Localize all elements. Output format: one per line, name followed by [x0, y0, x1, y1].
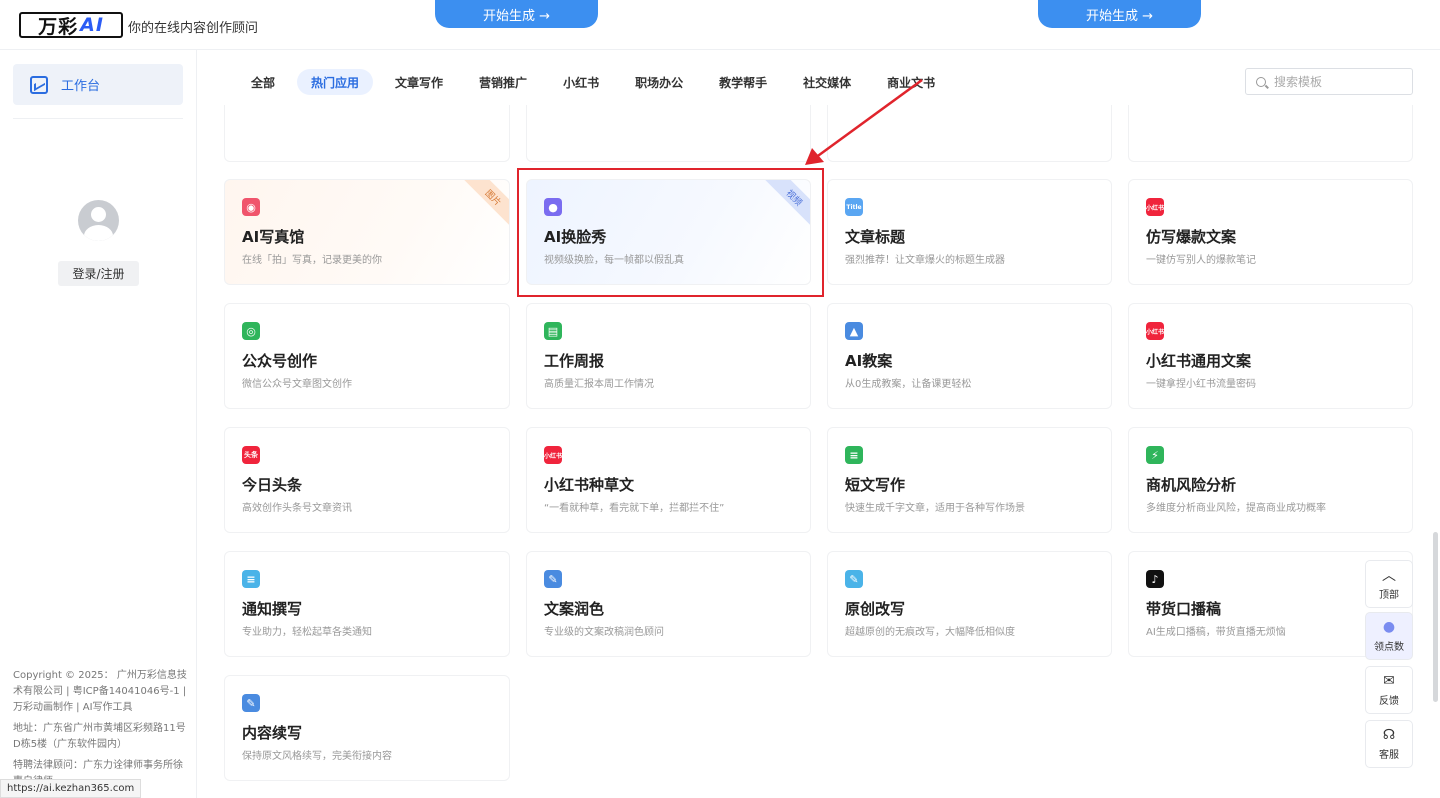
- float-button-label: 客服: [1379, 750, 1399, 761]
- mail-icon: ✉: [1383, 673, 1395, 689]
- float-button-label: 领点数: [1374, 642, 1404, 653]
- annotation-arrow: [805, 78, 923, 165]
- float-button-arrow-up[interactable]: ︿ 顶部: [1365, 560, 1413, 608]
- arrow-up-icon: ︿: [1382, 568, 1396, 584]
- float-button-mail[interactable]: ✉ 反馈: [1365, 666, 1413, 714]
- reward-icon: ●: [1382, 619, 1396, 635]
- float-button-label: 顶部: [1379, 590, 1399, 601]
- float-button-reward[interactable]: ● 领点数: [1365, 612, 1413, 660]
- scrollbar[interactable]: [1433, 532, 1438, 702]
- float-button-label: 反馈: [1379, 696, 1399, 707]
- float-button-headset[interactable]: ☊ 客服: [1365, 720, 1413, 768]
- headset-icon: ☊: [1382, 727, 1396, 743]
